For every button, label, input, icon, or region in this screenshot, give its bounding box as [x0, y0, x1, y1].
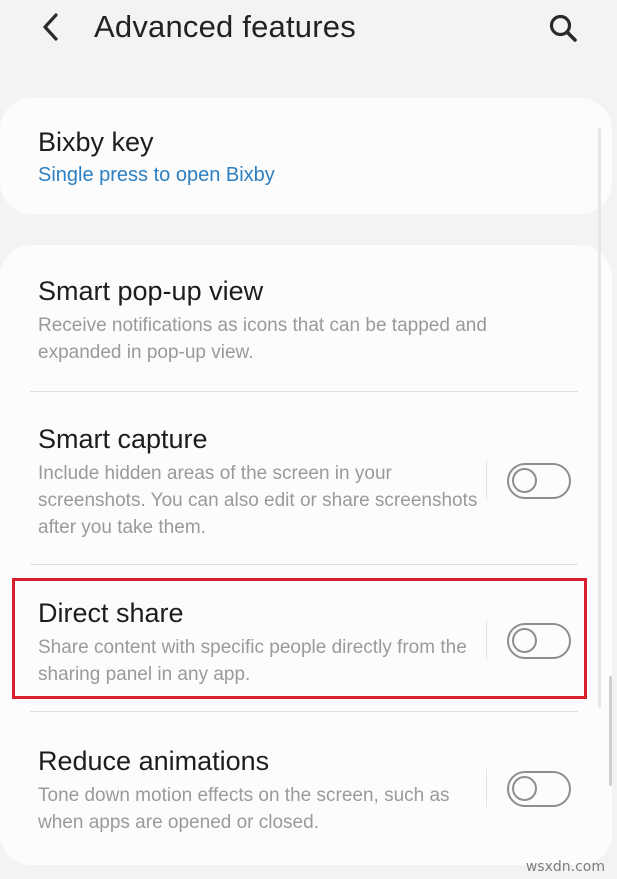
bixby-key-title: Bixby key: [38, 127, 154, 157]
reduce-animations-toggle[interactable]: [507, 771, 571, 807]
search-button[interactable]: [544, 10, 582, 46]
setting-title: Reduce animations: [38, 746, 270, 776]
settings-card: Smart pop-up view Receive notifications …: [0, 245, 612, 865]
setting-description: Receive notifications as icons that can …: [38, 315, 487, 363]
setting-title: Smart capture: [38, 424, 208, 454]
divider: [30, 564, 578, 565]
page-title: Advanced features: [94, 9, 356, 44]
divider: [30, 391, 578, 392]
setting-title: Smart pop-up view: [38, 276, 264, 306]
setting-description: Include hidden areas of the screen in yo…: [38, 463, 478, 538]
watermark-text: wsxdn.com: [525, 859, 605, 875]
chevron-left-icon: [43, 13, 58, 41]
highlight-box: [12, 578, 587, 699]
setting-description: Tone down motion effects on the screen, …: [38, 785, 450, 833]
separator: [486, 769, 487, 807]
scrollbar[interactable]: [598, 128, 601, 708]
setting-smart-popup-view[interactable]: Smart pop-up view Receive notifications …: [38, 275, 578, 366]
setting-reduce-animations[interactable]: Reduce animations Tone down motion effec…: [38, 745, 578, 836]
back-button[interactable]: [36, 8, 66, 46]
edge-indicator: [609, 676, 612, 786]
app-header: Advanced features: [0, 0, 617, 60]
setting-smart-capture[interactable]: Smart capture Include hidden areas of th…: [38, 423, 578, 541]
toggle-knob: [512, 776, 537, 801]
smart-capture-toggle[interactable]: [507, 463, 571, 499]
separator: [486, 461, 487, 499]
bixby-key-subtitle: Single press to open Bixby: [38, 164, 275, 186]
bixby-key-card: Bixby key Single press to open Bixby: [0, 98, 612, 214]
divider: [30, 711, 578, 712]
bixby-key-item[interactable]: Bixby key Single press to open Bixby: [38, 126, 578, 188]
search-icon: [549, 14, 577, 42]
toggle-knob: [512, 468, 537, 493]
